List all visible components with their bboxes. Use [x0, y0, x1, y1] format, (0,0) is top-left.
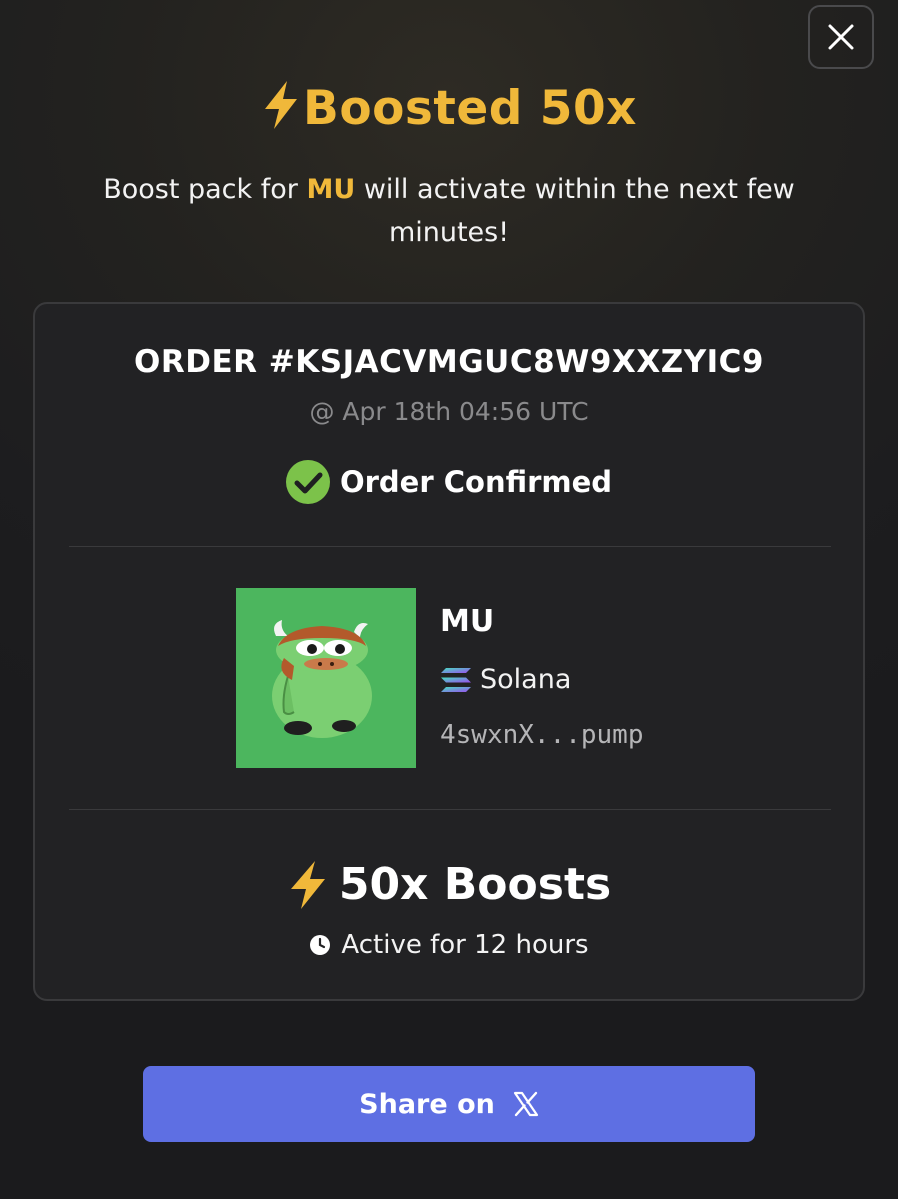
- x-logo-icon: [513, 1091, 538, 1117]
- title-text: Boosted 50x: [303, 81, 637, 136]
- lightning-icon: [265, 81, 298, 129]
- share-on-x-button[interactable]: Share on: [143, 1066, 755, 1142]
- boost-label: 50x Boosts: [338, 859, 612, 910]
- clock-icon: [310, 935, 331, 955]
- token-avatar: [236, 588, 416, 768]
- chain-label: Solana: [480, 664, 572, 695]
- solana-icon: [441, 667, 471, 692]
- token-address[interactable]: 4swxnX...pump: [440, 720, 644, 750]
- close-button[interactable]: [808, 5, 874, 69]
- boost-duration-label: Active for 12 hours: [341, 930, 589, 960]
- order-time: @ Apr 18th 04:56 UTC: [309, 397, 589, 426]
- page-title: Boosted 50x: [0, 80, 898, 136]
- order-id: ORDER #KSJACVMGUC8W9XXZYIC9: [133, 344, 765, 380]
- order-status: Order Confirmed: [35, 460, 863, 504]
- check-circle-icon: [285, 460, 330, 504]
- token-chain: Solana: [440, 664, 571, 695]
- order-card: ORDER #KSJACVMGUC8W9XXZYIC9 @ Apr 18th 0…: [33, 302, 865, 1001]
- share-label: Share on: [359, 1088, 495, 1120]
- order-status-label: Order Confirmed: [339, 465, 613, 499]
- lightning-icon: [290, 860, 325, 909]
- divider: [69, 546, 831, 547]
- close-icon: [828, 24, 854, 50]
- token-avatar-art: [272, 620, 372, 738]
- boost-summary: 50x Boosts: [35, 859, 863, 910]
- subtitle: Boost pack for MU will activate within t…: [103, 174, 795, 248]
- divider: [69, 809, 831, 810]
- subtitle-token: MU: [306, 174, 356, 205]
- token-name: MU: [440, 604, 495, 639]
- boost-duration: Active for 12 hours: [35, 930, 863, 960]
